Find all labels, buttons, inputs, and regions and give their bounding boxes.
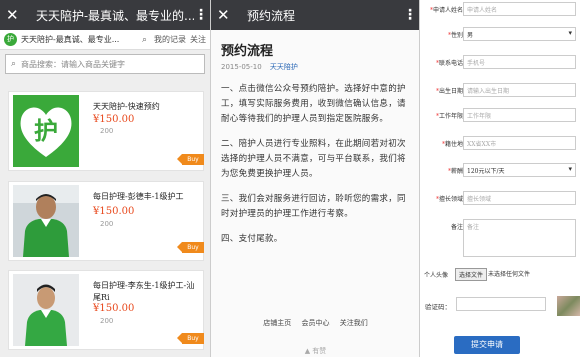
product-name: 天天陪护-快速预约 (93, 102, 160, 111)
product-card[interactable]: 每日护理-彭德丰-1级护工 ¥150.00 200 Buy (8, 181, 204, 261)
close-icon[interactable]: ✕ (6, 0, 28, 30)
product-sales: 200 (100, 220, 114, 228)
search-placeholder: 商品搜索：请输入商品关键字 (21, 59, 126, 69)
caregiver-photo (13, 274, 79, 346)
file-status: 未选择任何文件 (488, 271, 531, 278)
heart-logo-icon: 护 (20, 107, 72, 157)
field-label: *出生日期 (435, 88, 463, 95)
form-row-gender: *性别 男 (420, 27, 580, 43)
youzan-badge: ▲ 有赞 (211, 346, 419, 356)
article: 预约流程 2015-05-10 天天陪护 一、点击微信公众号预约陪护。选择好中意… (211, 30, 419, 255)
form-row-notes: 备注 备注 (420, 219, 580, 257)
buy-button[interactable]: Buy (177, 242, 204, 253)
field-label: *联系电话 (435, 60, 463, 67)
search-icon: ⌕ (11, 59, 17, 69)
article-panel: ✕ 预约流程 ⋮ 预约流程 2015-05-10 天天陪护 一、点击微信公众号预… (211, 0, 420, 357)
article-meta: 2015-05-10 天天陪护 (221, 62, 409, 72)
shop-logo-icon: 护 (4, 33, 17, 46)
submit-button[interactable]: 提交申请 (454, 336, 520, 354)
form-row-avatar: 个人头像 选择文件 未选择任何文件 (420, 266, 580, 282)
form-row-residence: *籍住地 XX省XX市 (420, 136, 580, 152)
member-center-link[interactable]: 会员中心 (302, 319, 330, 327)
product-card[interactable]: 护 天天陪护-快速预约 ¥150.00 200 Buy (8, 91, 204, 171)
store-panel: ✕ 天天陪护-最真诚、最专业的... ⋮ 护 天天陪护-最真诚、最专业... ⌕… (0, 0, 211, 357)
field-label: *擅长领域 (435, 196, 463, 203)
applicant-name-input[interactable]: 申请人姓名 (463, 2, 576, 16)
product-card[interactable]: 每日护理-李东生-1级护工-汕尾Ri ¥150.00 200 Buy (8, 270, 204, 350)
gender-select[interactable]: 男 (463, 27, 576, 41)
product-price: ¥150.00 (93, 114, 135, 125)
captcha-label: 验证码： (425, 303, 451, 311)
page-title: 预约流程 (247, 8, 296, 23)
specialty-input[interactable]: 擅长领域 (463, 191, 576, 205)
youzan-text: 有赞 (312, 347, 327, 355)
birthdate-input[interactable]: 请输入出生日期 (463, 83, 576, 97)
logo-char: 护 (34, 117, 58, 145)
product-name: 每日护理-彭德丰-1级护工 (93, 192, 184, 201)
work-years-input[interactable]: 工作年限 (463, 108, 576, 122)
my-records-link[interactable]: 我的记录 (154, 34, 186, 45)
form-row-birthdate: *出生日期 请输入出生日期 (420, 83, 580, 99)
form-row-phone: *联系电话 手机号 (420, 55, 580, 71)
avatar-label: 个人头像 (424, 272, 449, 279)
field-label: *薪酬 (447, 168, 463, 175)
shop-name[interactable]: 天天陪护-最真诚、最专业... (21, 34, 139, 45)
product-name: 每日护理-李东生-1级护工-汕尾Ri (93, 281, 195, 302)
title-bar: ✕ 天天陪护-最真诚、最专业的... ⋮ (0, 0, 210, 30)
article-paragraph: 一、点击微信公众号预约陪护。选择好中意的护工，填写实际服务费用，收到微信确认信息… (221, 84, 406, 124)
caregiver-photo (13, 185, 79, 257)
choose-file-button[interactable]: 选择文件 (455, 268, 488, 281)
search-icon[interactable]: ⌕ (142, 35, 147, 45)
shop-home-link[interactable]: 店铺主页 (263, 319, 291, 327)
field-label: *工作年限 (435, 113, 463, 120)
article-paragraph: 二、陪护人员进行专业照料，在此期间若对初次选择的护理人员不满意，可与平台联系，我… (221, 139, 406, 179)
buy-button[interactable]: Buy (177, 333, 204, 344)
form-row-name: *申请人姓名 申请人姓名 (420, 2, 580, 18)
residence-input[interactable]: XX省XX市 (463, 136, 576, 150)
article-date: 2015-05-10 (221, 63, 262, 71)
product-sales: 200 (100, 127, 114, 135)
form-row-years: *工作年限 工作年限 (420, 108, 580, 124)
field-label: *性别 (447, 32, 463, 39)
notes-textarea[interactable]: 备注 (463, 219, 576, 257)
product-image (13, 185, 79, 257)
captcha-input[interactable] (456, 297, 546, 311)
product-price: ¥150.00 (93, 303, 135, 314)
follow-us-link[interactable]: 关注我们 (340, 319, 368, 327)
more-menu-icon[interactable]: ⋮ (403, 7, 417, 23)
search-input[interactable]: ⌕ 商品搜索：请输入商品关键字 (5, 54, 205, 74)
close-icon[interactable]: ✕ (217, 0, 239, 30)
form-row-captcha: 验证码： (420, 296, 580, 316)
shop-nav: 护 天天陪护-最真诚、最专业... ⌕ 我的记录 关注 (0, 30, 210, 50)
captcha-image[interactable] (557, 296, 580, 316)
buy-button[interactable]: Buy (177, 154, 204, 165)
article-heading: 预约流程 (221, 44, 274, 59)
article-author[interactable]: 天天陪护 (270, 63, 298, 71)
application-form-panel: *申请人姓名 申请人姓名 *性别 男 *联系电话 手机号 *出生日期 请输入出生… (420, 0, 580, 357)
salary-select[interactable]: 120元以下/天 (463, 163, 576, 177)
article-paragraph: 三、我们会对服务进行回访，聆听您的需求，同时对护理员的护理工作进行考察。 (221, 194, 406, 219)
page-title: 天天陪护-最真诚、最专业的... (36, 8, 194, 23)
form-row-salary: *薪酬 120元以下/天 (420, 163, 580, 179)
product-image: 护 (13, 95, 79, 167)
article-paragraph: 四、支付尾款。 (221, 234, 283, 244)
footer-links: 店铺主页 会员中心 关注我们 (211, 318, 419, 328)
field-label: 备注 (450, 224, 463, 231)
product-price: ¥150.00 (93, 206, 135, 217)
product-sales: 200 (100, 317, 114, 325)
title-bar: ✕ 预约流程 ⋮ (211, 0, 419, 30)
phone-input[interactable]: 手机号 (463, 55, 576, 69)
field-label: *籍住地 (441, 141, 463, 148)
product-image (13, 274, 79, 346)
more-menu-icon[interactable]: ⋮ (194, 7, 208, 23)
follow-link[interactable]: 关注 (190, 34, 206, 45)
field-label: *申请人姓名 (429, 7, 463, 14)
form-row-specialty: *擅长领域 擅长领域 (420, 191, 580, 207)
